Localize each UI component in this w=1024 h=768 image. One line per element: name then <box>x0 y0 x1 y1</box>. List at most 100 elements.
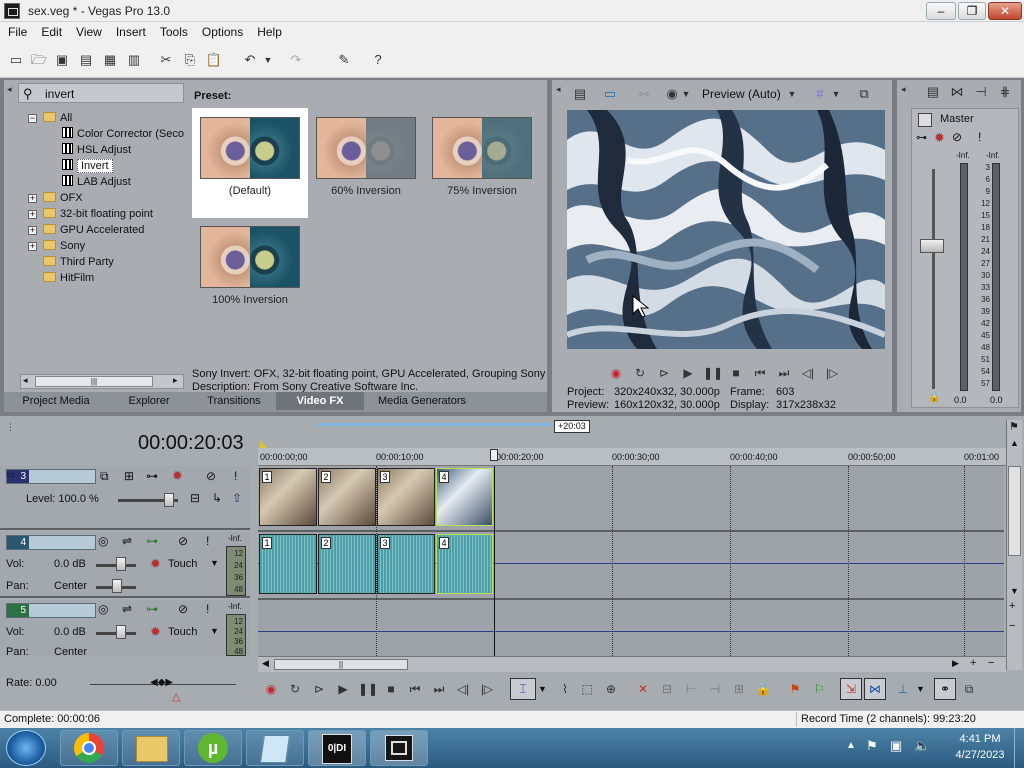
track-3-solo-icon[interactable]: ! <box>234 469 237 483</box>
tree-item-lab-adjust[interactable]: LAB Adjust <box>62 174 131 190</box>
auto-ripple-icon[interactable]: ⇲ <box>840 678 862 700</box>
scroll-right-arrow-icon[interactable]: ▸ <box>173 375 178 386</box>
track-3-collapse-icon[interactable]: ▭ <box>6 469 15 480</box>
track-5-mode-dropdown-icon[interactable]: ▼ <box>210 626 219 636</box>
save-icon[interactable]: ▣ <box>52 50 72 70</box>
zoom-edit-tool-icon[interactable]: ⊕ <box>602 680 620 698</box>
tree-item-invert[interactable]: Invert <box>62 158 113 174</box>
new-project-icon[interactable]: ▭ <box>6 50 26 70</box>
playhead-handle[interactable] <box>490 449 498 461</box>
video-preview-frame[interactable] <box>567 110 885 349</box>
insert-bus-icon[interactable]: ▤ <box>923 82 943 102</box>
zoom-in-vertical-icon[interactable]: + <box>1009 600 1015 612</box>
play-from-start-button[interactable]: ⊳ <box>310 680 328 698</box>
time-ruler[interactable]: 00:00:00;00 00:00:10;00 00:00:20;00 00:0… <box>258 448 1006 466</box>
record-button[interactable]: ◉ <box>262 680 280 698</box>
track-header-5[interactable]: 5 ◎ ⇌ ⊶ ⊘ ! Vol: 0.0 dB ✹ Touch ▼ Pan: C… <box>0 600 250 658</box>
track-4-fx-icon[interactable]: ✹ <box>150 556 161 572</box>
zoom-in-time-icon[interactable]: + <box>970 657 976 669</box>
scroll-up-arrow-icon[interactable]: ▲ <box>1010 438 1019 448</box>
track-4-solo-icon[interactable]: ! <box>206 534 209 548</box>
track-lanes[interactable]: 1 2 3 4 1 2 3 4 <box>258 466 1004 656</box>
track-5-automation-mode[interactable]: Touch <box>168 626 197 638</box>
play-button[interactable]: ▶ <box>334 680 352 698</box>
preset-label-default[interactable]: (Default) <box>192 185 308 197</box>
go-to-start-button[interactable]: ⏮ <box>406 680 424 698</box>
overlays-dropdown-icon[interactable]: ▼ <box>830 84 842 104</box>
preview-properties-icon[interactable]: ▤ <box>570 84 590 104</box>
insert-region-icon[interactable]: ⚐ <box>810 680 828 698</box>
stop-button[interactable]: ■ <box>382 680 400 698</box>
menu-tools[interactable]: Tools <box>152 22 194 39</box>
show-desktop-button[interactable] <box>1014 728 1024 768</box>
delete-icon[interactable]: ✕ <box>634 680 652 698</box>
track-3-up-icon[interactable]: ⇧ <box>232 491 242 505</box>
master-solo-icon[interactable]: ! <box>978 130 981 144</box>
overlays-grid-icon[interactable]: # <box>810 84 830 104</box>
search-input[interactable]: invert <box>45 87 74 101</box>
split-icon[interactable]: ⊞ <box>730 680 748 698</box>
timeline-horizontal-scrollbar[interactable]: ◀ || ▶ + − <box>258 656 1006 672</box>
tree-item-third-party[interactable]: Third Party <box>43 254 114 270</box>
track-header-4[interactable]: 4 ◎ ⇌ ⊶ ⊘ ! Vol: 0.0 dB ✹ Touch ▼ Pan: C… <box>0 532 250 598</box>
snapping-icon[interactable]: ⊥ <box>894 680 912 698</box>
trim-icon[interactable]: ⊟ <box>658 680 676 698</box>
play-from-start-icon[interactable]: ⊳ <box>655 364 673 382</box>
action-center-icon[interactable]: ⚑ <box>866 738 878 754</box>
tree-item-sony[interactable]: + Sony <box>28 238 85 254</box>
undo-dropdown-icon[interactable]: ▼ <box>262 50 274 70</box>
track-3-expand-icon[interactable]: ⊶ <box>146 469 158 483</box>
audio-clip-1[interactable]: 1 <box>259 534 317 594</box>
track-4-vol-knob[interactable] <box>116 557 126 571</box>
open-folder-icon[interactable]: 🗁 <box>29 50 49 70</box>
horizontal-scroll-thumb[interactable]: || <box>274 659 408 670</box>
video-clip-3[interactable]: 3 <box>377 468 435 526</box>
tree-item-32bit[interactable]: +32-bit floating point <box>28 206 153 222</box>
trim-end-icon[interactable]: ⊣ <box>706 680 724 698</box>
master-volume-fader[interactable] <box>920 239 944 253</box>
previous-frame-button[interactable]: ◁| <box>454 680 472 698</box>
pause-button[interactable]: ❚❚ <box>358 680 378 698</box>
track-3-fx-icon[interactable]: ✹ <box>172 468 183 484</box>
tree-item-color-corrector[interactable]: Color Corrector (Seco <box>62 126 184 142</box>
preview-mode-dropdown[interactable]: Preview (Auto) <box>702 87 781 101</box>
scroll-right-arrow-icon[interactable]: ▶ <box>952 658 959 669</box>
downmix-icon[interactable]: ⋈ <box>947 82 967 102</box>
start-button[interactable] <box>6 730 46 766</box>
snapping-dropdown-icon[interactable]: ▼ <box>916 684 925 694</box>
track-4-automation-mode[interactable]: Touch <box>168 558 197 570</box>
tab-transitions[interactable]: Transitions <box>192 392 276 410</box>
track-5-solo-icon[interactable]: ! <box>206 602 209 616</box>
menu-edit[interactable]: Edit <box>33 22 68 39</box>
taskbar-vegas[interactable] <box>370 730 428 766</box>
tree-item-all[interactable]: − All <box>28 110 72 126</box>
taskbar-obs[interactable]: 0|DI <box>308 730 366 766</box>
copy-snapshot-icon[interactable]: ⧉ <box>854 84 874 104</box>
preset-thumb-default[interactable] <box>200 117 300 179</box>
taskbar-utorrent[interactable]: µ <box>184 730 242 766</box>
lock-icon[interactable]: 🔒 <box>754 680 772 698</box>
vertical-scroll-thumb[interactable] <box>1008 466 1021 556</box>
timeline-cursor[interactable] <box>494 466 495 656</box>
copy-icon[interactable]: ⎘ <box>180 50 200 70</box>
track-4-name-box[interactable]: 4 <box>6 535 96 550</box>
split-screen-icon[interactable]: ⇿ <box>634 84 654 104</box>
track-header-3[interactable]: 3 ▭ ⧉ ⊞ ⊶ ✹ ⊘ ! Level: 100.0 % ⊟ ↳ ⇧ <box>0 466 250 530</box>
master-mute-icon[interactable]: ⊘ <box>952 130 962 144</box>
tab-explorer[interactable]: Explorer <box>106 392 192 410</box>
track-3-motion-icon[interactable]: ⧉ <box>100 469 109 484</box>
tree-horizontal-scrollbar[interactable]: ◂ ||| ▸ <box>20 374 184 389</box>
stop-icon[interactable]: ■ <box>727 364 745 382</box>
clock-date[interactable]: 4/27/2023 <box>950 749 1010 761</box>
scroll-left-arrow-icon[interactable]: ◀ <box>262 658 269 669</box>
cut-icon[interactable]: ✂ <box>156 50 176 70</box>
preset-thumb-60[interactable] <box>316 117 416 179</box>
external-monitor-icon[interactable]: ▭ <box>600 84 620 104</box>
menu-view[interactable]: View <box>68 22 108 39</box>
tree-item-gpu-accelerated[interactable]: + GPU Accelerated <box>28 222 144 238</box>
loop-playback-icon[interactable]: ↻ <box>631 364 649 382</box>
menu-insert[interactable]: Insert <box>108 22 152 39</box>
track-4-arm-record-icon[interactable]: ◎ <box>98 534 108 548</box>
track-4-expand-icon[interactable]: ⊶ <box>146 534 158 548</box>
audio-clip-3[interactable]: 3 <box>377 534 435 594</box>
